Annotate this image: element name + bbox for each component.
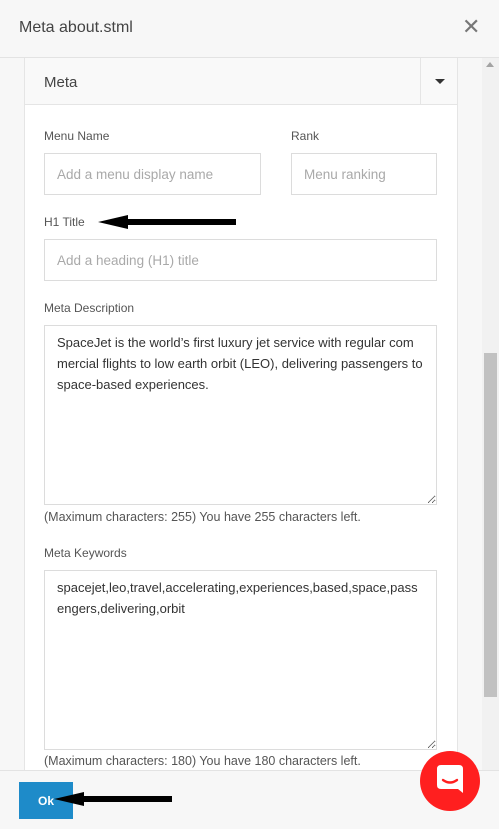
meta-keywords-label: Meta Keywords — [44, 546, 127, 560]
chat-icon — [437, 765, 463, 793]
h1-title-label: H1 Title — [44, 215, 85, 229]
meta-description-textarea[interactable]: SpaceJet is the world’s first luxury jet… — [44, 325, 437, 505]
close-icon[interactable]: ✕ — [462, 14, 480, 40]
meta-keywords-textarea[interactable]: spacejet,leo,travel,accelerating,experie… — [44, 570, 437, 750]
panel-header: Meta — [25, 58, 457, 105]
annotation-arrow-h1-icon — [98, 215, 236, 229]
panel-title: Meta — [44, 74, 78, 91]
rank-label: Rank — [291, 129, 320, 143]
rank-input[interactable] — [291, 153, 437, 195]
modal-body: Meta Menu Name Rank H1 Title Meta Descri… — [0, 58, 482, 770]
menu-name-input[interactable] — [44, 153, 261, 195]
panel-toggle-button[interactable] — [420, 58, 457, 104]
meta-description-hint: (Maximum characters: 255) You have 255 c… — [44, 510, 361, 524]
meta-keywords-hint: (Maximum characters: 180) You have 180 c… — [44, 754, 361, 768]
h1-title-input[interactable] — [44, 239, 437, 281]
modal-title: Meta about.stml — [19, 19, 133, 36]
scroll-up-arrow-icon[interactable] — [486, 62, 494, 67]
meta-panel: Meta Menu Name Rank H1 Title Meta Descri… — [24, 58, 458, 770]
menu-name-label: Menu Name — [44, 129, 110, 143]
meta-description-label: Meta Description — [44, 301, 135, 315]
scrollbar-thumb[interactable] — [484, 353, 497, 697]
caret-down-icon — [435, 79, 445, 84]
annotation-arrow-ok-icon — [54, 792, 172, 806]
scrollbar[interactable] — [482, 58, 499, 770]
modal-header: Meta about.stml ✕ — [0, 0, 499, 58]
chat-launcher-button[interactable] — [420, 751, 480, 811]
